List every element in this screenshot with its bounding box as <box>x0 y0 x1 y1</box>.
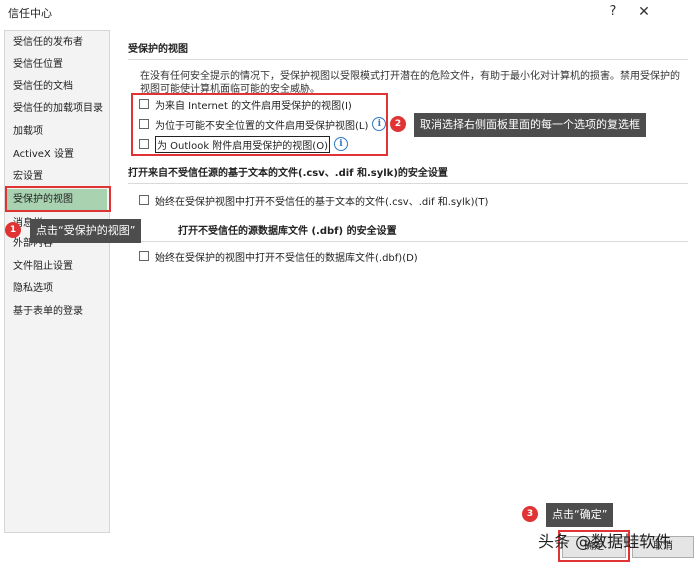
title-bar: 信任中心 ? ✕ <box>0 0 700 26</box>
sidebar-item-trusted-documents[interactable]: 受信任的文档 <box>7 76 107 98</box>
sidebar-item-privacy-options[interactable]: 隐私选项 <box>7 278 107 300</box>
option-label: 始终在受保护的视图中打开不受信任的数据库文件(.dbf)(D) <box>155 252 418 264</box>
highlight-box-options <box>131 93 388 156</box>
callout-step-1: 点击“受保护的视图” <box>30 219 142 243</box>
sidebar-item-trusted-locations[interactable]: 受信任位置 <box>7 54 107 76</box>
sidebar-item-trusted-addin-catalogs[interactable]: 受信任的加载项目录 <box>7 98 107 120</box>
sidebar-item-form-login[interactable]: 基于表单的登录 <box>7 301 107 323</box>
sidebar-item-trusted-publishers[interactable]: 受信任的发布者 <box>7 32 107 54</box>
step-badge-3: 3 <box>522 506 538 522</box>
highlight-box-protected-view <box>5 186 111 212</box>
option-text-files[interactable]: 始终在受保护视图中打开不受信任的基于文本的文件(.csv、.dif 和.sylk… <box>139 192 488 208</box>
sidebar-item-activex[interactable]: ActiveX 设置 <box>7 144 107 166</box>
checkbox-dbf-files[interactable] <box>139 251 149 261</box>
sidebar-item-addins[interactable]: 加载项 <box>7 121 107 143</box>
sidebar-item-file-block[interactable]: 文件阻止设置 <box>7 256 107 278</box>
sidebar: 受信任的发布者 受信任位置 受信任的文档 受信任的加载项目录 加载项 Activ… <box>4 30 110 533</box>
section-divider <box>128 241 688 242</box>
callout-step-3: 点击“确定” <box>546 503 614 527</box>
step-badge-1: 1 <box>5 222 21 238</box>
close-button[interactable]: ✕ <box>634 2 654 22</box>
step-badge-2: 2 <box>390 116 406 132</box>
section-title-protected-view: 受保护的视图 <box>128 44 188 55</box>
section-divider <box>128 183 688 184</box>
window-title: 信任中心 <box>8 7 52 20</box>
section-title-text-files: 打开来自不受信任源的基于文本的文件(.csv、.dif 和.sylk)的安全设置 <box>128 168 448 179</box>
checkbox-text-files[interactable] <box>139 195 149 205</box>
watermark: 头条 @数据蛙软件 <box>538 532 672 551</box>
section-divider <box>128 59 688 60</box>
sidebar-item-macro-settings[interactable]: 宏设置 <box>7 166 107 188</box>
option-label: 始终在受保护视图中打开不受信任的基于文本的文件(.csv、.dif 和.sylk… <box>155 196 489 208</box>
section-title-dbf-files: 打开不受信任的源数据库文件 (.dbf) 的安全设置 <box>178 226 397 237</box>
option-dbf-files[interactable]: 始终在受保护的视图中打开不受信任的数据库文件(.dbf)(D) <box>139 248 418 264</box>
help-button[interactable]: ? <box>604 2 622 22</box>
callout-step-2: 取消选择右侧面板里面的每一个选项的复选框 <box>414 113 646 137</box>
